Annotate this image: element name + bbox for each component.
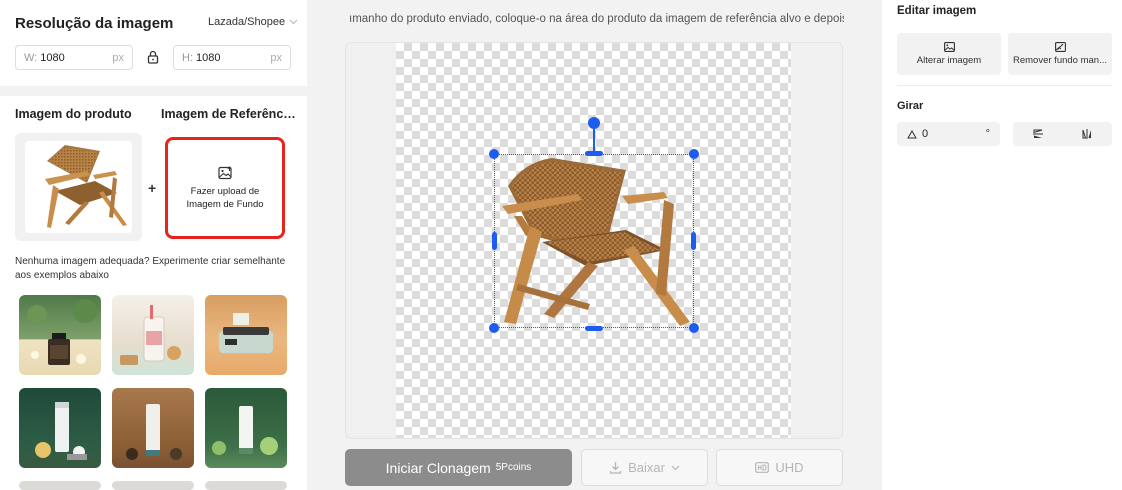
preset-select[interactable]: Lazada/Shopee — [208, 16, 298, 28]
download-icon — [609, 462, 622, 474]
resize-handle-top-left[interactable] — [489, 149, 499, 159]
rotation-line — [593, 128, 595, 152]
right-panel: Editar imagem Alterar imagem Remover fun… — [882, 0, 1122, 490]
example-thumb-grill[interactable] — [205, 295, 287, 375]
edit-image-title: Editar imagem — [897, 5, 977, 17]
degree-symbol: ° — [985, 128, 990, 140]
resize-handle-bottom[interactable] — [585, 326, 603, 331]
height-value: 1080 — [196, 51, 221, 64]
left-panel: Resolução da imagem Lazada/Shopee W: 108… — [0, 0, 307, 490]
resize-handle-top[interactable] — [585, 151, 603, 156]
upload-label-line2: Imagem de Fundo — [186, 198, 264, 210]
rotate-angle-input[interactable]: 0 ° — [897, 122, 1000, 146]
chevron-down-icon — [289, 19, 298, 25]
hd-icon — [755, 462, 770, 473]
flip-vertical-icon[interactable] — [1032, 128, 1044, 140]
example-thumb-partial-1[interactable] — [19, 481, 101, 490]
product-thumbnail — [25, 141, 132, 233]
preset-value: Lazada/Shopee — [208, 16, 286, 28]
rotate-angle-value: 0 — [922, 128, 929, 140]
height-unit: px — [270, 51, 282, 64]
selection-box[interactable] — [494, 154, 694, 328]
product-image-label: Imagem do produto — [15, 107, 132, 121]
image-icon — [943, 42, 955, 52]
download-label: Baixar — [628, 460, 665, 475]
image-edit-icon — [1054, 42, 1066, 52]
rotate-title: Girar — [897, 100, 924, 112]
resize-handle-bottom-left[interactable] — [489, 323, 499, 333]
width-input[interactable]: W: 1080 px — [15, 45, 133, 70]
image-upload-icon — [217, 165, 232, 179]
rotate-handle[interactable] — [588, 117, 600, 129]
example-thumb-tube-leaves[interactable] — [205, 388, 287, 468]
right-divider — [897, 85, 1112, 86]
example-thumb-tube-brown[interactable] — [112, 388, 194, 468]
download-button[interactable]: Baixar — [581, 449, 708, 486]
plus-sign: + — [148, 180, 157, 196]
resize-handle-left[interactable] — [492, 232, 497, 250]
start-cloning-label: Iniciar Clonagem — [385, 459, 491, 476]
example-thumb-tube-green[interactable] — [19, 388, 101, 468]
flip-horizontal-icon[interactable] — [1081, 128, 1093, 140]
change-image-label: Alterar imagem — [916, 55, 982, 66]
uhd-button[interactable]: UHD — [716, 449, 843, 486]
resize-handle-bottom-right[interactable] — [689, 323, 699, 333]
upload-label: Fazer upload de Imagem de Fundo — [186, 185, 263, 211]
width-value: 1080 — [40, 51, 65, 64]
chevron-down-icon — [671, 465, 680, 470]
change-image-button[interactable]: Alterar imagem — [897, 33, 1001, 75]
height-label: H: — [182, 51, 193, 64]
upload-label-line1: Fazer upload de — [190, 185, 260, 197]
examples-hint: Nenhuma imagem adequada? Experimente cri… — [15, 256, 286, 281]
angle-icon — [907, 129, 917, 138]
remove-background-button[interactable]: Remover fundo man... — [1008, 33, 1112, 75]
start-cloning-cost: 5Pcoins — [495, 462, 532, 473]
example-thumb-perfume[interactable] — [19, 295, 101, 375]
uhd-label: UHD — [775, 460, 804, 475]
flip-controls — [1013, 122, 1112, 146]
resize-handle-top-right[interactable] — [689, 149, 699, 159]
resolution-title: Resolução da imagem — [15, 15, 174, 32]
section-divider — [0, 86, 307, 96]
example-thumb-partial-3[interactable] — [205, 481, 287, 490]
width-unit: px — [112, 51, 124, 64]
height-input[interactable]: H: 1080 px — [173, 45, 291, 70]
example-thumb-cup[interactable] — [112, 295, 194, 375]
product-image-card[interactable] — [15, 133, 142, 241]
instruction-text: ımanho do produto enviado, coloque-o na … — [349, 13, 844, 25]
remove-background-label: Remover fundo man... — [1013, 55, 1107, 66]
example-thumb-partial-2[interactable] — [112, 481, 194, 490]
start-cloning-button[interactable]: Iniciar Clonagem 5Pcoins — [345, 449, 572, 486]
resize-handle-right[interactable] — [691, 232, 696, 250]
upload-background-button[interactable]: Fazer upload de Imagem de Fundo — [165, 137, 285, 239]
reference-image-label: Imagem de Referência... — [161, 107, 297, 121]
width-label: W: — [24, 51, 38, 64]
lock-icon[interactable] — [146, 50, 160, 64]
